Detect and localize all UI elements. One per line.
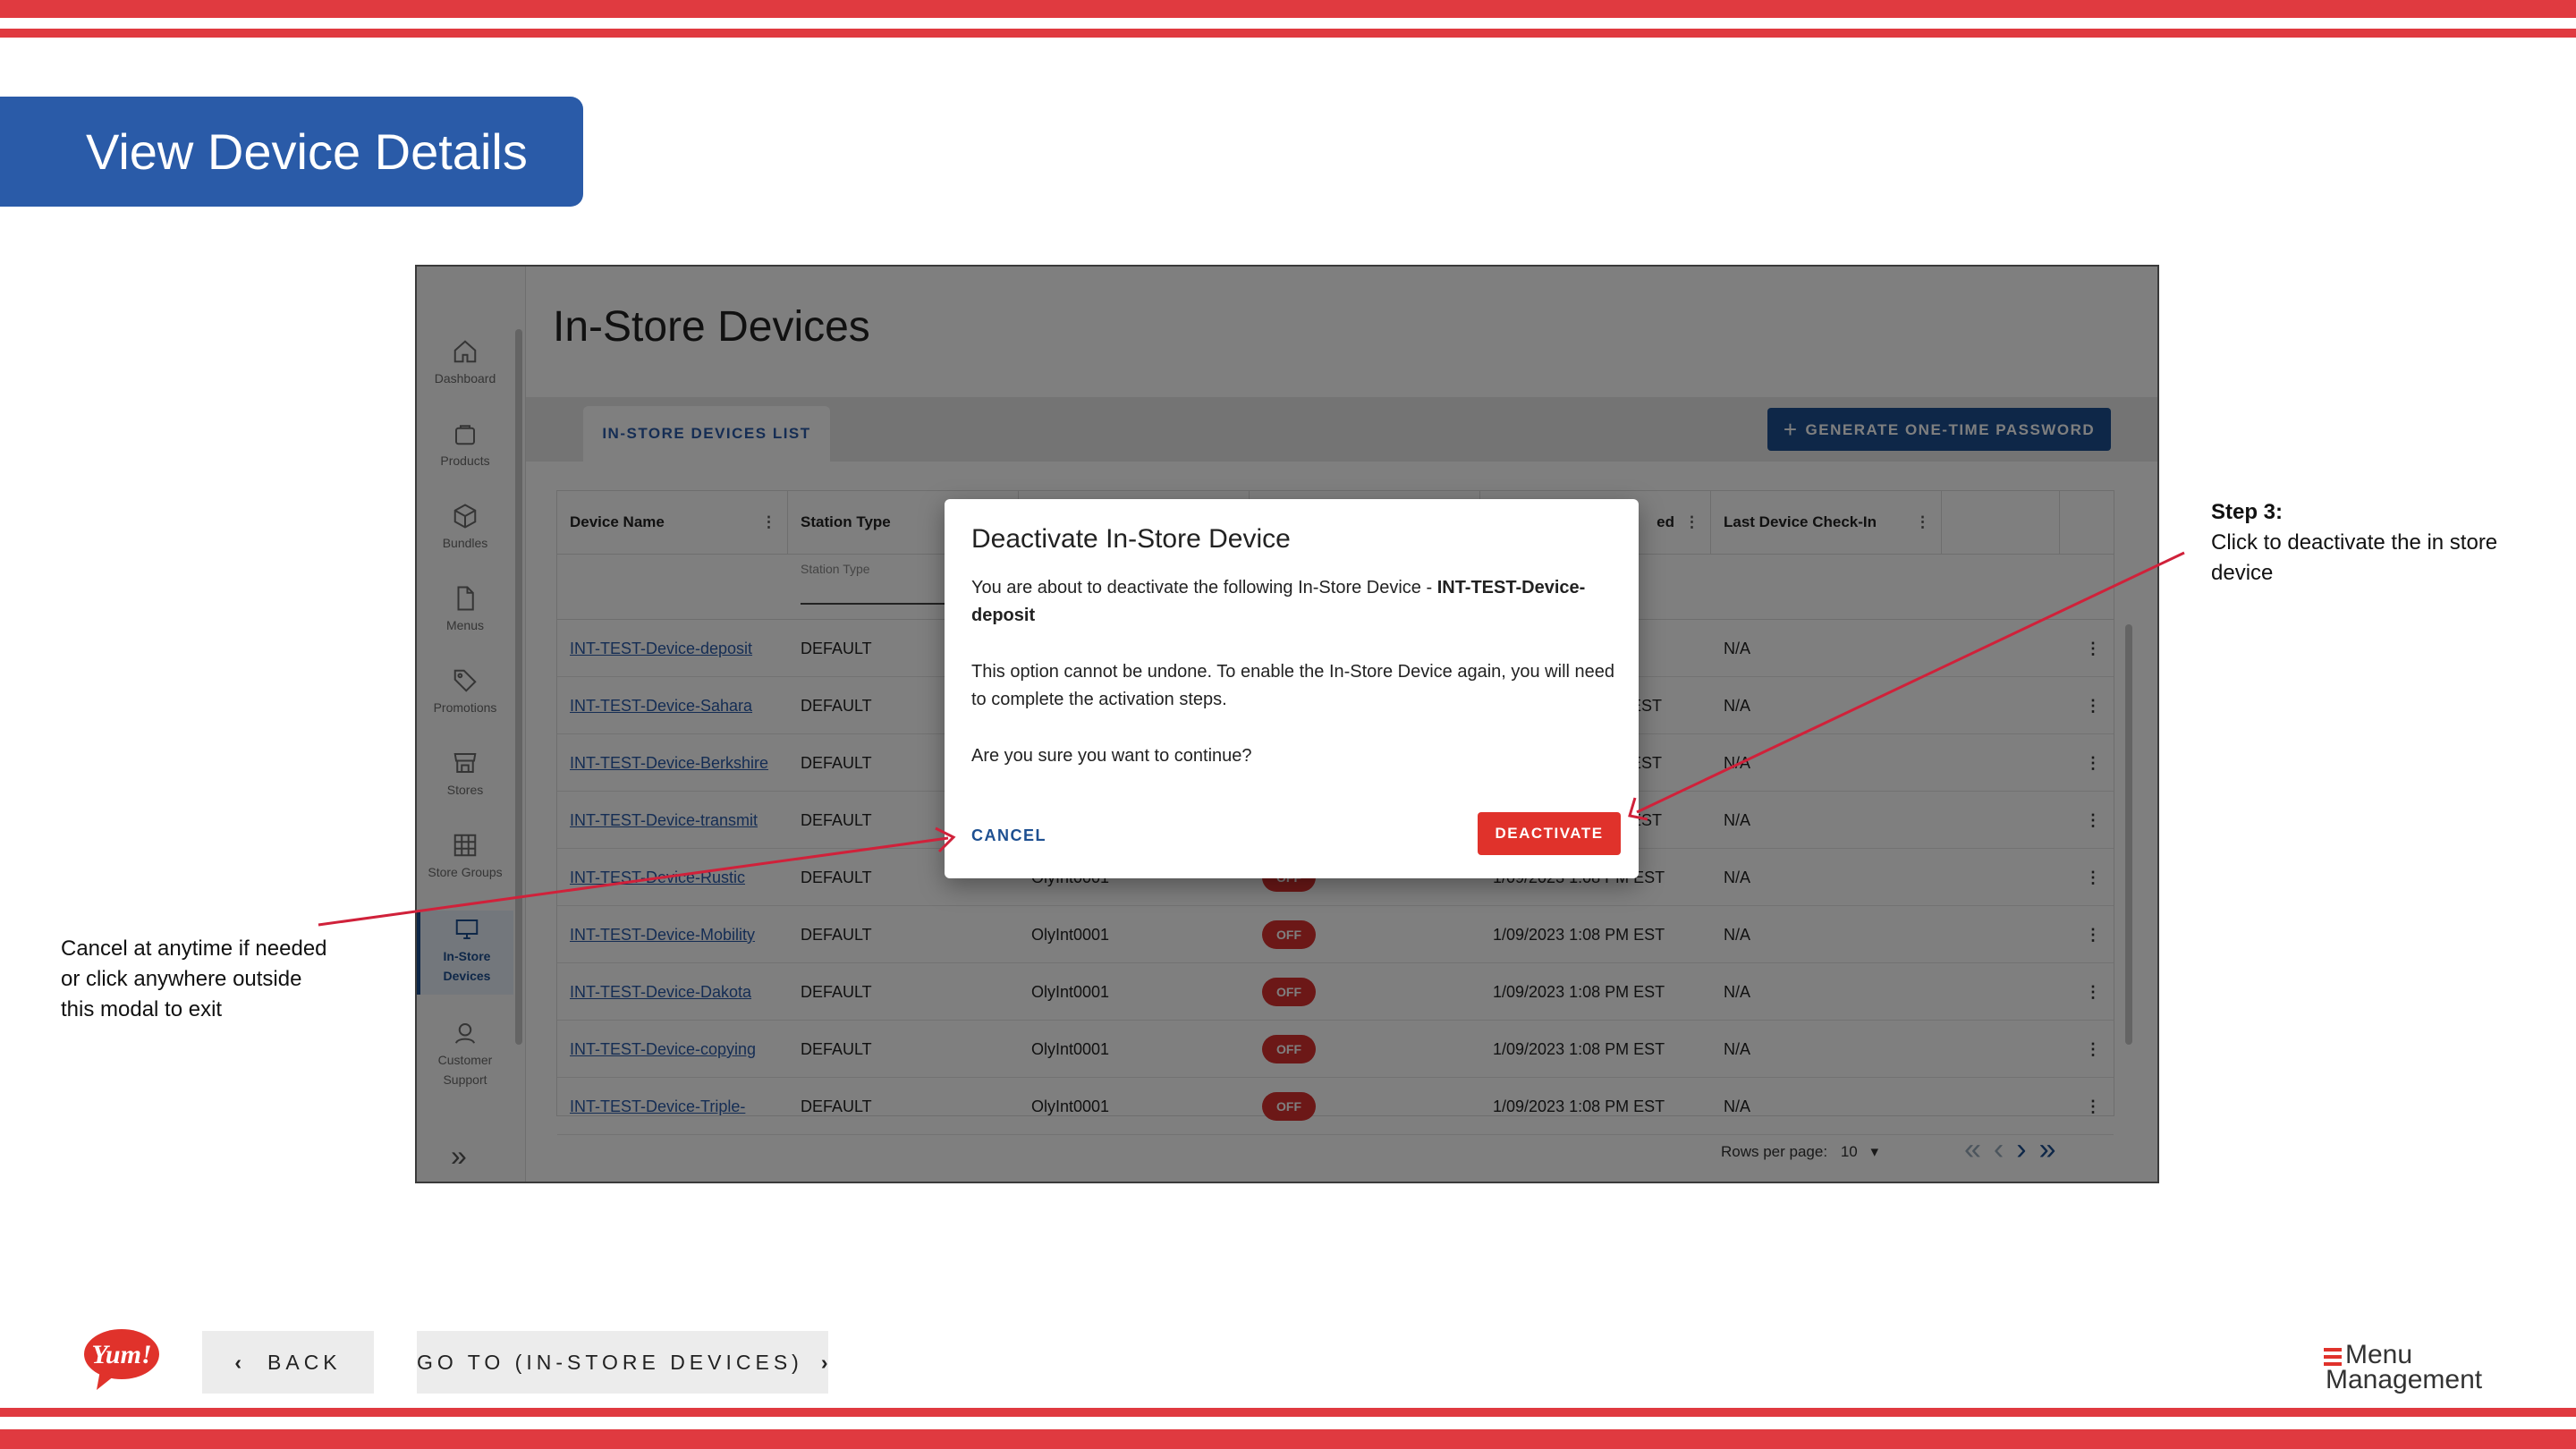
chevron-right-icon: › [820, 1351, 833, 1374]
step-annotation: Step 3: Click to deactivate the in store… [2211, 500, 2498, 585]
back-button[interactable]: ‹ BACK [202, 1331, 374, 1394]
annotation-arrows [318, 551, 2185, 927]
go-to-in-store-devices-button[interactable]: GO TO (IN-STORE DEVICES) › [417, 1331, 828, 1394]
cancel-annotation: Cancel at anytime if needed or click any… [61, 936, 327, 1021]
yum-logo: Yum! [84, 1329, 159, 1390]
svg-text:Yum!: Yum! [91, 1340, 151, 1369]
chevron-left-icon: ‹ [234, 1351, 247, 1374]
